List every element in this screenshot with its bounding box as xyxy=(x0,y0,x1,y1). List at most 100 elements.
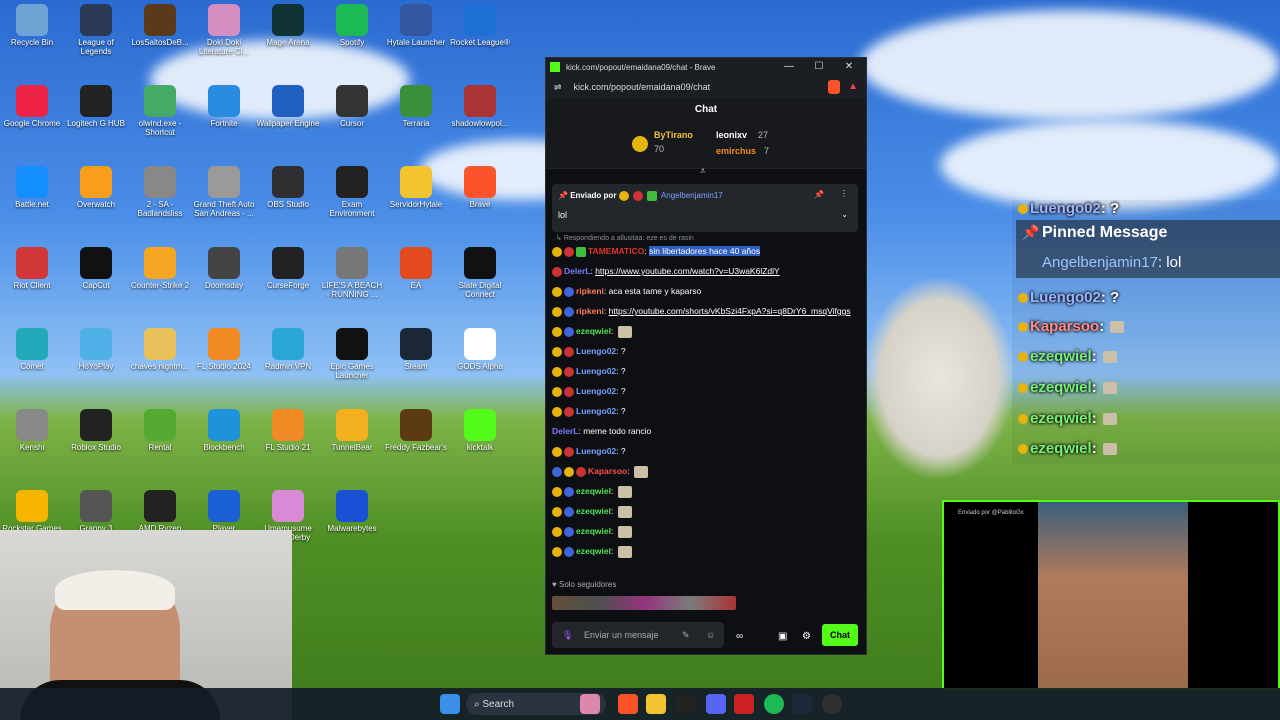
desktop-icon[interactable]: CurseForge xyxy=(256,247,320,290)
desktop-icon[interactable]: FL Studio 21 xyxy=(256,409,320,452)
chat-input[interactable]: 🎙 Enviar un mensaje ✎ ☺ xyxy=(552,622,724,648)
desktop-icon[interactable]: Player xyxy=(192,490,256,533)
desktop-icon[interactable]: Blockbench xyxy=(192,409,256,452)
unpin-icon[interactable]: 📌 xyxy=(814,190,824,199)
chat-username[interactable]: Luengo02 xyxy=(576,386,616,396)
desktop-icon[interactable]: ServidorHytale xyxy=(384,166,448,209)
brave-shield-icon[interactable] xyxy=(828,80,840,94)
chat-message[interactable]: Luengo02: ? xyxy=(552,381,858,401)
desktop-icon[interactable]: HoYoPlay xyxy=(64,328,128,371)
desktop-icon[interactable]: Battle.net xyxy=(0,166,64,209)
desktop-icon[interactable]: 2 - SA - Badlandsliss xyxy=(128,166,192,218)
brave-rewards-icon[interactable]: ▲ xyxy=(848,81,858,92)
terminal-icon[interactable] xyxy=(676,694,696,714)
discord-icon[interactable] xyxy=(706,694,726,714)
chat-message[interactable]: Kaparsoo: xyxy=(552,461,858,481)
brave-icon[interactable] xyxy=(618,694,638,714)
chat-username[interactable]: Luengo02 xyxy=(576,406,616,416)
desktop-icon[interactable]: Grand Theft Auto San Andreas - ... xyxy=(192,166,256,218)
desktop-icon[interactable]: kicktalk xyxy=(448,409,512,452)
desktop-icon[interactable]: Granny 3 xyxy=(64,490,128,533)
chat-message[interactable]: ezeqwiel: xyxy=(552,481,858,501)
chat-username[interactable]: Luengo02 xyxy=(576,366,616,376)
chat-message[interactable]: Luengo02: ? xyxy=(552,401,858,421)
desktop-icon[interactable]: Spotify xyxy=(320,4,384,47)
desktop-icon[interactable]: Hytale Launcher xyxy=(384,4,448,47)
desktop-icon[interactable]: Steam xyxy=(384,328,448,371)
obs-icon[interactable] xyxy=(822,694,842,714)
desktop-icon[interactable]: Wallpaper Engine xyxy=(256,85,320,128)
chat-message[interactable]: ripkeni: https://youtube.com/shorts/vKbS… xyxy=(552,301,858,321)
chat-username[interactable]: ezeqwiel xyxy=(576,506,611,516)
desktop-icon[interactable]: LosSaltosDeB... xyxy=(128,4,192,47)
desktop-icon[interactable]: FL Studio 2024 xyxy=(192,328,256,371)
gift-icon[interactable]: ▣ xyxy=(778,631,787,642)
desktop-icon[interactable]: Kenshi xyxy=(0,409,64,452)
desktop-icon[interactable]: Google Chrome xyxy=(0,85,64,128)
chat-username[interactable]: TAMEMATICO xyxy=(588,246,644,256)
desktop-icon[interactable]: EA xyxy=(384,247,448,290)
video-app-icon[interactable] xyxy=(734,694,754,714)
desktop-icon[interactable]: shadowlowpol... xyxy=(448,85,512,128)
taskbar-app-icon[interactable] xyxy=(580,694,600,714)
maximize-button[interactable]: ☐ xyxy=(808,59,830,75)
desktop-icon[interactable]: Rocket League® xyxy=(448,4,512,47)
chat-message[interactable]: ezeqwiel: xyxy=(552,541,858,561)
desktop-icon[interactable]: TunnelBear xyxy=(320,409,384,452)
desktop-icon[interactable]: Epic Games Launcher xyxy=(320,328,384,380)
desktop-icon[interactable]: chaves nightm... xyxy=(128,328,192,371)
desktop-icon[interactable]: Rental xyxy=(128,409,192,452)
desktop-icon[interactable]: Recycle Bin xyxy=(0,4,64,47)
desktop-icon[interactable]: OBS Studio xyxy=(256,166,320,209)
chat-message[interactable]: Luengo02: ? xyxy=(552,361,858,381)
mic-icon[interactable]: 🎙 xyxy=(562,622,573,648)
desktop-icon[interactable]: Riot Client xyxy=(0,247,64,290)
desktop-icon[interactable]: Comet xyxy=(0,328,64,371)
send-chat-button[interactable]: Chat xyxy=(822,624,858,646)
desktop-icon[interactable]: League of Legends xyxy=(64,4,128,56)
desktop-icon[interactable]: Terraria xyxy=(384,85,448,128)
desktop-icon[interactable]: Fortnite xyxy=(192,85,256,128)
desktop-icon[interactable]: Doomsday xyxy=(192,247,256,290)
desktop-icon[interactable]: Exam Environment xyxy=(320,166,384,218)
desktop-icon[interactable]: Overwatch xyxy=(64,166,128,209)
emoji-icon[interactable]: ☺ xyxy=(706,622,715,648)
chat-username[interactable]: ezeqwiel xyxy=(576,326,611,336)
close-button[interactable]: ✕ xyxy=(838,59,860,75)
translate-icon[interactable]: ✎ xyxy=(682,622,690,648)
desktop-icon[interactable]: Counter-Strike 2 xyxy=(128,247,192,290)
desktop-icon[interactable]: Roblox Studio xyxy=(64,409,128,452)
chat-message[interactable]: TAMEMATICO: sin libertadores hace 40 año… xyxy=(552,241,858,261)
desktop-icon[interactable]: Logitech G HUB xyxy=(64,85,128,128)
collapse-chevron-icon[interactable]: ⩡ xyxy=(700,166,706,177)
pinned-user[interactable]: Angelbenjamin17 xyxy=(661,191,723,200)
chat-username[interactable]: ezeqwiel xyxy=(576,486,611,496)
desktop-icon[interactable]: LIFE'S A BEACH - RUNNING ... xyxy=(320,247,384,299)
address-bar[interactable]: ⇌ kick.com/popout/emaidana09/chat ▲ xyxy=(546,76,866,98)
chat-username[interactable]: DelerL xyxy=(564,266,590,276)
windows-start-icon[interactable] xyxy=(440,694,460,714)
desktop-icon[interactable]: CapCut xyxy=(64,247,128,290)
settings-icon[interactable]: ⚙ xyxy=(802,631,811,642)
expand-chevron-icon[interactable]: ⌄ xyxy=(841,210,848,219)
desktop-icon[interactable]: Radmin VPN xyxy=(256,328,320,371)
emote-bar[interactable] xyxy=(552,596,736,610)
desktop-icon[interactable]: Mage Arena xyxy=(256,4,320,47)
url-text[interactable]: kick.com/popout/emaidana09/chat xyxy=(574,82,711,92)
desktop-icon[interactable]: Brave xyxy=(448,166,512,209)
chat-username[interactable]: Kaparsoo xyxy=(588,466,627,476)
chat-message-list[interactable]: TAMEMATICO: sin libertadores hace 40 año… xyxy=(552,241,858,561)
chat-username[interactable]: Luengo02 xyxy=(576,346,616,356)
chat-message[interactable]: ezeqwiel: xyxy=(552,501,858,521)
chat-message[interactable]: ezeqwiel: xyxy=(552,321,858,341)
desktop-icon[interactable]: Slate Digital Connect xyxy=(448,247,512,299)
pinned-message[interactable]: 📌 Enviado por Angelbenjamin17 lol 📌 ⋮ ⌄ xyxy=(552,184,858,232)
chat-message[interactable]: Luengo02: ? xyxy=(552,341,858,361)
users-icon[interactable]: ∞ xyxy=(736,631,743,642)
minimize-button[interactable]: — xyxy=(778,59,800,75)
spotify-icon[interactable] xyxy=(764,694,784,714)
chat-username[interactable]: ezeqwiel xyxy=(576,546,611,556)
chat-message[interactable]: DelerL: meme todo rancio xyxy=(552,421,858,441)
desktop-icon[interactable]: Cursor xyxy=(320,85,384,128)
file-explorer-icon[interactable] xyxy=(646,694,666,714)
